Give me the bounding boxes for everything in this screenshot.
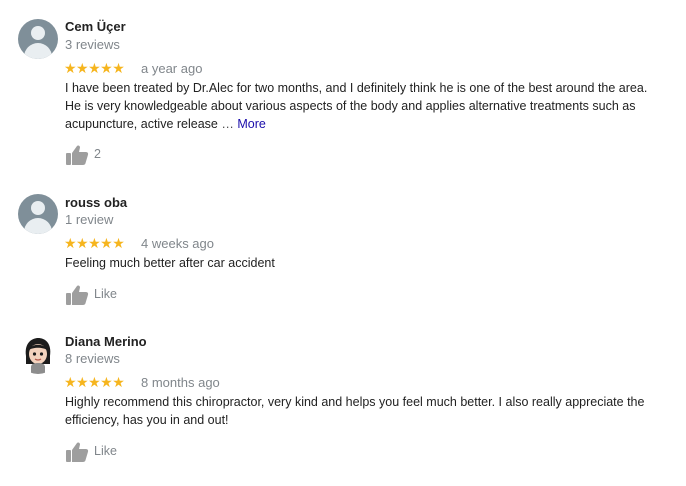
reviewer-review-count[interactable]: 8 reviews — [65, 351, 120, 366]
cartoon-girl-avatar-icon[interactable] — [18, 334, 58, 374]
thumbs-up-icon — [66, 442, 89, 462]
reviewer-name[interactable]: rouss oba — [65, 195, 127, 210]
star-rating: ★★★★★ — [64, 374, 125, 390]
like-label: Like — [94, 444, 117, 458]
review-time: 8 months ago — [141, 375, 220, 390]
thumbs-up-icon — [66, 285, 89, 305]
review-time: a year ago — [141, 61, 203, 76]
more-link[interactable]: More — [237, 117, 265, 131]
review-ellipsis: … — [221, 117, 234, 131]
star-rating: ★★★★★ — [64, 235, 125, 251]
review-text: Feeling much better after car accident — [65, 256, 275, 270]
default-avatar-icon[interactable] — [18, 194, 58, 234]
like-count: 2 — [94, 147, 101, 161]
review-text: Highly recommend this chiropractor, very… — [65, 395, 645, 427]
like-label: Like — [94, 287, 117, 301]
review-time: 4 weeks ago — [141, 236, 214, 251]
reviewer-name[interactable]: Diana Merino — [65, 334, 147, 349]
thumbs-up-icon — [66, 145, 89, 165]
review-text-body: I have been treated by Dr.Alec for two m… — [65, 81, 648, 131]
reviewer-review-count[interactable]: 3 reviews — [65, 37, 120, 52]
default-avatar-icon[interactable] — [18, 19, 58, 59]
star-rating: ★★★★★ — [64, 60, 125, 76]
review-text: I have been treated by Dr.Alec for two m… — [65, 79, 665, 133]
reviewer-review-count[interactable]: 1 review — [65, 212, 113, 227]
reviewer-name[interactable]: Cem Üçer — [65, 19, 126, 34]
